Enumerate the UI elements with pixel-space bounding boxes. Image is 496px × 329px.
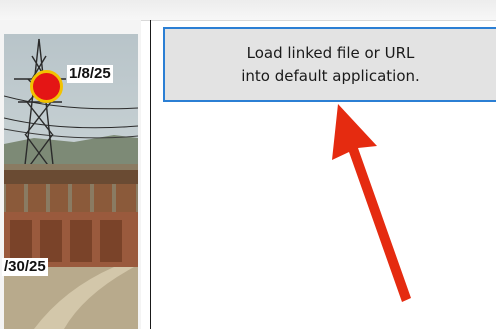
date-label: 1/8/25	[67, 65, 113, 83]
date-label: /30/25	[2, 258, 48, 276]
tooltip-line-2: into default application.	[241, 67, 420, 85]
panel-divider[interactable]	[150, 20, 151, 329]
screenshot: 1/8/25 /30/25 Load linked file or URL in…	[0, 0, 496, 329]
location-marker-icon[interactable]	[30, 70, 63, 103]
tooltip: Load linked file or URL into default app…	[163, 27, 496, 102]
toolbar-strip	[0, 0, 496, 21]
tooltip-line-1: Load linked file or URL	[246, 44, 415, 62]
